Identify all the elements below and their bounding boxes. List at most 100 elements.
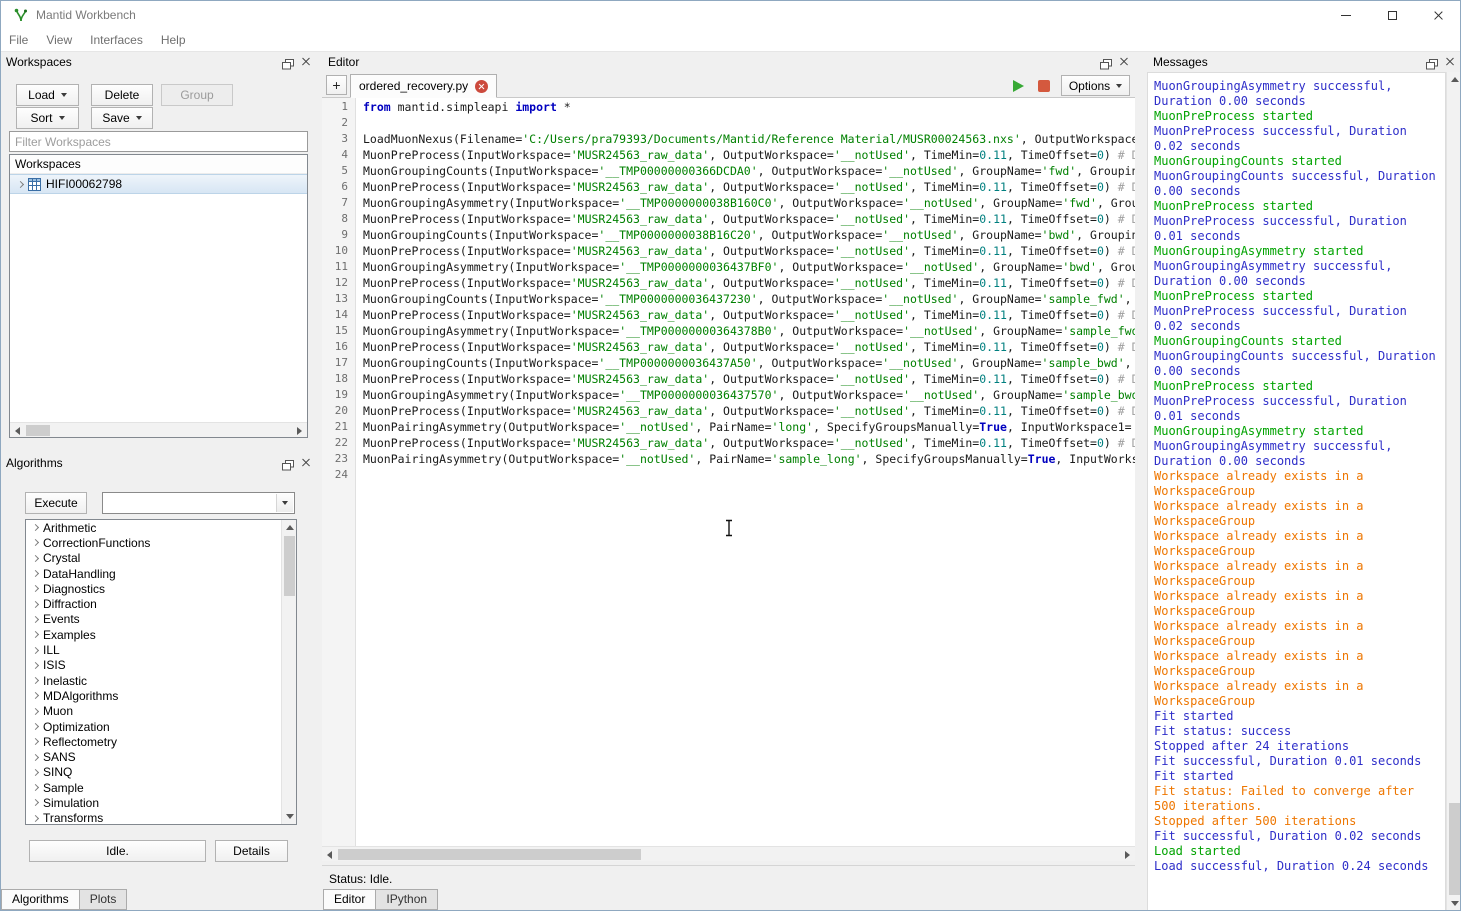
expand-icon[interactable]: [32, 524, 39, 531]
algorithms-vertical-scrollbar[interactable]: [281, 520, 296, 824]
expand-icon[interactable]: [32, 555, 39, 562]
algorithm-category-simulation[interactable]: Simulation: [26, 795, 281, 810]
algorithm-category-sample[interactable]: Sample: [26, 780, 281, 795]
group-button[interactable]: Group: [161, 84, 233, 106]
expand-icon[interactable]: [32, 677, 39, 684]
close-panel-icon[interactable]: [1119, 57, 1129, 67]
close-panel-icon[interactable]: [301, 57, 311, 67]
algorithm-category-events[interactable]: Events: [26, 612, 281, 627]
expand-icon[interactable]: [32, 723, 39, 730]
editor-horizontal-scrollbar[interactable]: [322, 846, 1135, 861]
algorithm-category-transforms[interactable]: Transforms: [26, 811, 281, 824]
expand-icon[interactable]: [32, 769, 39, 776]
algorithm-category-reflectometry[interactable]: Reflectometry: [26, 734, 281, 749]
filter-workspaces-input[interactable]: [9, 131, 308, 152]
algorithm-category-correctionfunctions[interactable]: CorrectionFunctions: [26, 535, 281, 550]
expand-icon[interactable]: [17, 180, 24, 187]
scroll-left-arrow-icon[interactable]: [10, 423, 25, 438]
load-button[interactable]: Load: [16, 84, 79, 106]
algorithm-category-datahandling[interactable]: DataHandling: [26, 566, 281, 581]
scroll-down-arrow-icon[interactable]: [282, 809, 297, 824]
close-button[interactable]: [1415, 0, 1461, 30]
scrollbar-thumb[interactable]: [338, 849, 641, 860]
algorithm-category-optimization[interactable]: Optimization: [26, 719, 281, 734]
tab-algorithms[interactable]: Algorithms: [1, 889, 80, 910]
float-panel-icon[interactable]: [1100, 56, 1112, 67]
algorithm-category-sans[interactable]: SANS: [26, 749, 281, 764]
expand-icon[interactable]: [32, 662, 39, 669]
delete-button[interactable]: Delete: [91, 84, 153, 106]
maximize-button[interactable]: [1369, 0, 1415, 30]
algorithm-category-diagnostics[interactable]: Diagnostics: [26, 581, 281, 596]
expand-icon[interactable]: [32, 738, 39, 745]
expand-icon[interactable]: [32, 616, 39, 623]
expand-icon[interactable]: [32, 585, 39, 592]
execute-button[interactable]: Execute: [25, 492, 87, 514]
expand-icon[interactable]: [32, 754, 39, 761]
messages-vertical-scrollbar[interactable]: [1446, 72, 1461, 911]
algorithm-category-crystal[interactable]: Crystal: [26, 551, 281, 566]
idle-status-button[interactable]: Idle.: [29, 840, 206, 862]
workspaces-horizontal-scrollbar[interactable]: [10, 422, 307, 437]
scroll-right-arrow-icon[interactable]: [292, 423, 307, 438]
workspace-item[interactable]: HIFI00062798: [10, 174, 307, 194]
tab-editor[interactable]: Editor: [323, 889, 376, 910]
algorithm-category-examples[interactable]: Examples: [26, 627, 281, 642]
scroll-up-arrow-icon[interactable]: [1447, 72, 1461, 87]
tab-close-icon[interactable]: [475, 80, 488, 93]
expand-icon[interactable]: [32, 799, 39, 806]
scroll-left-arrow-icon[interactable]: [322, 847, 337, 862]
menu-item-file[interactable]: File: [0, 30, 37, 51]
scroll-up-arrow-icon[interactable]: [282, 520, 297, 535]
expand-icon[interactable]: [32, 708, 39, 715]
combobox-dropdown-button[interactable]: [276, 494, 293, 512]
float-panel-icon[interactable]: [1426, 56, 1438, 67]
close-panel-icon[interactable]: [1445, 57, 1455, 67]
menu-item-interfaces[interactable]: Interfaces: [81, 30, 152, 51]
scrollbar-thumb[interactable]: [284, 536, 295, 596]
run-script-button[interactable]: [1008, 76, 1028, 96]
scrollbar-thumb[interactable]: [1449, 803, 1460, 895]
float-panel-icon[interactable]: [282, 457, 294, 468]
float-panel-icon[interactable]: [282, 56, 294, 67]
tab-ipython[interactable]: IPython: [375, 889, 438, 910]
menu-item-help[interactable]: Help: [152, 30, 195, 51]
scroll-down-arrow-icon[interactable]: [1447, 896, 1461, 911]
algorithm-category-isis[interactable]: ISIS: [26, 658, 281, 673]
sort-button[interactable]: Sort: [16, 107, 79, 129]
algorithm-search-input[interactable]: [104, 494, 276, 512]
new-tab-button[interactable]: +: [326, 75, 347, 95]
expand-icon[interactable]: [32, 784, 39, 791]
expand-icon[interactable]: [32, 646, 39, 653]
algorithm-category-diffraction[interactable]: Diffraction: [26, 596, 281, 611]
minimize-button[interactable]: [1323, 0, 1369, 30]
details-button[interactable]: Details: [215, 840, 288, 862]
expand-icon[interactable]: [32, 692, 39, 699]
tab-ordered-recovery[interactable]: ordered_recovery.py: [350, 74, 497, 98]
expand-icon[interactable]: [32, 631, 39, 638]
algorithm-category-muon[interactable]: Muon: [26, 704, 281, 719]
algorithm-category-inelastic[interactable]: Inelastic: [26, 673, 281, 688]
scrollbar-thumb[interactable]: [26, 425, 50, 436]
tab-plots[interactable]: Plots: [79, 889, 128, 910]
algorithm-category-mdalgorithms[interactable]: MDAlgorithms: [26, 688, 281, 703]
algorithm-category-ill[interactable]: ILL: [26, 642, 281, 657]
algorithm-search-combobox[interactable]: [102, 492, 295, 514]
expand-icon[interactable]: [32, 570, 39, 577]
save-button[interactable]: Save: [91, 107, 153, 129]
menubar: FileViewInterfacesHelp: [0, 30, 1461, 52]
menu-item-view[interactable]: View: [37, 30, 81, 51]
code-editor[interactable]: 123456789101112131415161718192021222324 …: [322, 98, 1135, 846]
options-button[interactable]: Options: [1061, 75, 1130, 96]
expand-icon[interactable]: [32, 539, 39, 546]
expand-icon[interactable]: [32, 815, 39, 822]
expand-icon[interactable]: [32, 601, 39, 608]
close-panel-icon[interactable]: [301, 458, 311, 468]
messages-panel-title: Messages: [1153, 55, 1208, 69]
scroll-right-arrow-icon[interactable]: [1120, 847, 1135, 862]
algorithm-category-sinq[interactable]: SINQ: [26, 765, 281, 780]
abort-script-button[interactable]: [1034, 76, 1054, 96]
messages-log[interactable]: MuonGroupingAsymmetry successful,Duratio…: [1147, 72, 1446, 911]
algorithm-category-arithmetic[interactable]: Arithmetic: [26, 520, 281, 535]
editor-code[interactable]: from mantid.simpleapi import * LoadMuonN…: [357, 98, 1135, 846]
